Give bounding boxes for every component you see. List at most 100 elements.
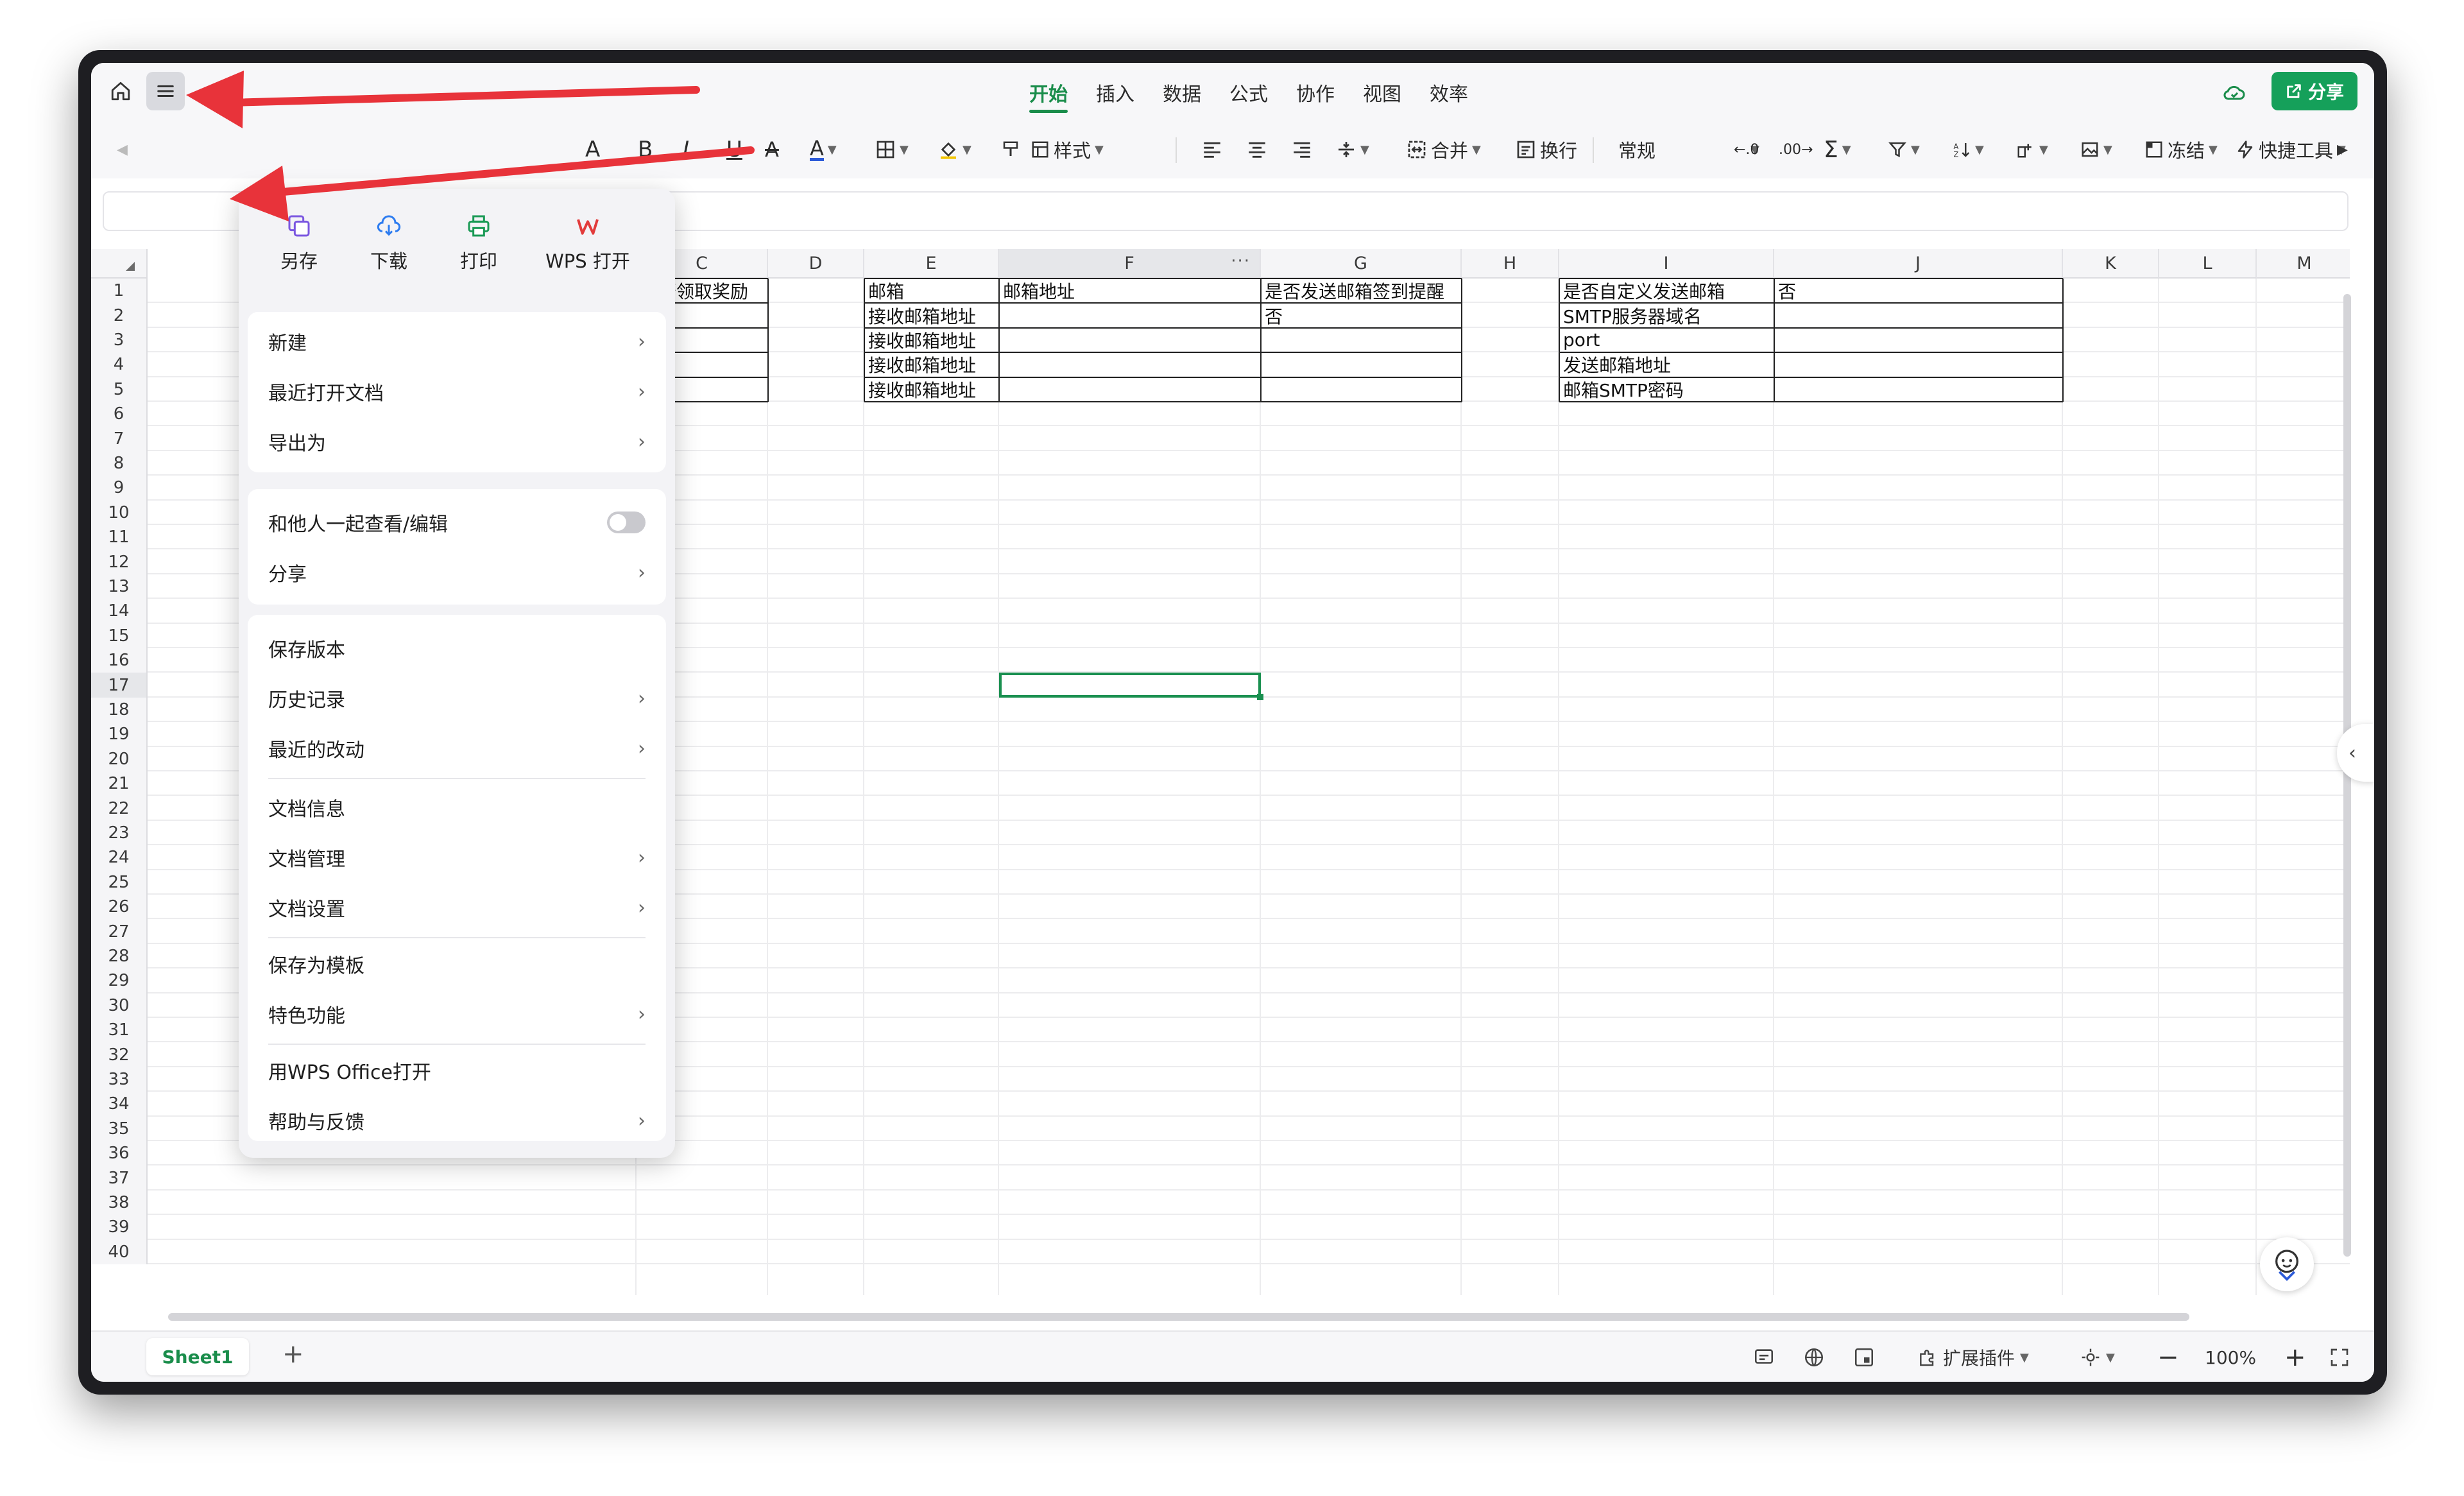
row-header-6[interactable]: 6	[91, 402, 148, 427]
share-button[interactable]: 分享	[2272, 72, 2357, 110]
home-icon[interactable]	[101, 72, 140, 110]
row-header-3[interactable]: 3	[91, 327, 148, 353]
insert-cells-dropdown[interactable]: ▼	[2016, 121, 2048, 178]
merge-dropdown[interactable]: 合并 ▼	[1407, 121, 1481, 178]
row-header-30[interactable]: 30	[91, 993, 148, 1018]
active-cell-f17[interactable]	[999, 673, 1263, 701]
row-header-2[interactable]: 2	[91, 303, 148, 328]
save-as-button[interactable]: 另存	[254, 189, 344, 298]
menu-item-new[interactable]: 新建 ›	[268, 317, 646, 366]
borders-dropdown[interactable]: ▼	[875, 121, 909, 178]
quick-tools-dropdown[interactable]: 快捷工具 ▼	[2236, 121, 2346, 178]
menu-item-save-version[interactable]: 保存版本	[268, 624, 646, 673]
row-header-18[interactable]: 18	[91, 697, 148, 723]
collaborate-toggle[interactable]	[607, 512, 646, 533]
row-header-7[interactable]: 7	[91, 426, 148, 451]
cell-g1[interactable]: 是否发送邮箱签到提醒	[1261, 279, 1462, 303]
add-sheet-icon[interactable]: +	[282, 1339, 304, 1369]
row-header-37[interactable]: 37	[91, 1165, 148, 1191]
cloud-sync-icon[interactable]	[2221, 80, 2247, 105]
image-dropdown[interactable]: ▼	[2080, 121, 2112, 178]
cell-i4[interactable]: 发送邮箱地址	[1559, 352, 1774, 377]
menu-item-recent-changes[interactable]: 最近的改动 ›	[268, 724, 646, 773]
cell-f1[interactable]: 邮箱地址	[999, 279, 1261, 303]
row-header-11[interactable]: 11	[91, 525, 148, 550]
row-header-1[interactable]: 1	[91, 279, 148, 304]
ai-assistant-icon[interactable]	[2260, 1237, 2314, 1291]
row-header-28[interactable]: 28	[91, 943, 148, 969]
menu-item-help[interactable]: 帮助与反馈 ›	[268, 1096, 646, 1145]
row-header-15[interactable]: 15	[91, 623, 148, 648]
row-header-20[interactable]: 20	[91, 746, 148, 771]
row-header-35[interactable]: 35	[91, 1116, 148, 1141]
menu-item-export[interactable]: 导出为 ›	[268, 417, 646, 466]
row-header-31[interactable]: 31	[91, 1018, 148, 1043]
align-center-icon[interactable]	[1246, 121, 1268, 178]
cell-e5[interactable]: 接收邮箱地址	[864, 377, 999, 402]
bold-icon[interactable]: B	[638, 121, 653, 178]
row-header-36[interactable]: 36	[91, 1141, 148, 1166]
column-header-e[interactable]: E	[864, 249, 999, 279]
column-header-m[interactable]: M	[2257, 249, 2350, 279]
print-button[interactable]: 打印	[434, 189, 524, 298]
cell-e3[interactable]: 接收邮箱地址	[864, 328, 999, 352]
menu-item-history[interactable]: 历史记录 ›	[268, 674, 646, 723]
row-header-23[interactable]: 23	[91, 820, 148, 846]
tab-efficiency[interactable]: 效率	[1416, 63, 1482, 121]
row-header-26[interactable]: 26	[91, 895, 148, 920]
row-header-24[interactable]: 24	[91, 845, 148, 870]
menu-icon[interactable]	[146, 72, 185, 110]
fullscreen-icon[interactable]	[2329, 1332, 2350, 1382]
sheet-tab[interactable]: Sheet1	[146, 1338, 249, 1375]
column-header-f[interactable]: F ···	[999, 249, 1261, 279]
menu-item-doc-manage[interactable]: 文档管理 ›	[268, 833, 646, 882]
column-header-h[interactable]: H	[1462, 249, 1559, 279]
column-header-d[interactable]: D	[768, 249, 864, 279]
row-header-39[interactable]: 39	[91, 1215, 148, 1240]
tab-collaborate[interactable]: 协作	[1282, 63, 1349, 121]
row-header-38[interactable]: 38	[91, 1190, 148, 1216]
sort-dropdown[interactable]: A Z ▼	[1952, 121, 1984, 178]
globe-icon[interactable]	[1803, 1332, 1825, 1382]
zoom-in-icon[interactable]: +	[2284, 1332, 2306, 1382]
sum-dropdown[interactable]: Σ ▼	[1824, 121, 1851, 178]
column-header-g[interactable]: G	[1261, 249, 1462, 279]
zoom-level[interactable]: 100%	[2205, 1332, 2256, 1382]
menu-item-save-template[interactable]: 保存为模板	[268, 940, 646, 988]
cell-e2[interactable]: 接收邮箱地址	[864, 303, 999, 327]
row-header-19[interactable]: 19	[91, 722, 148, 747]
increase-decimal-icon[interactable]: .00→	[1779, 121, 1813, 178]
row-header-5[interactable]: 5	[91, 377, 148, 402]
row-header-34[interactable]: 34	[91, 1092, 148, 1117]
tab-formula[interactable]: 公式	[1215, 63, 1282, 121]
row-header-40[interactable]: 40	[91, 1239, 148, 1264]
form-view-icon[interactable]	[1853, 1332, 1875, 1382]
menu-item-open-wps-office[interactable]: 用WPS Office打开	[268, 1046, 646, 1095]
row-header-9[interactable]: 9	[91, 476, 148, 501]
cell-e4[interactable]: 接收邮箱地址	[864, 352, 999, 377]
filter-dropdown[interactable]: ▼	[1888, 121, 1920, 178]
menu-item-collaborate[interactable]: 和他人一起查看/编辑	[268, 498, 646, 547]
horizontal-scrollbar[interactable]	[168, 1313, 2189, 1321]
tab-home[interactable]: 开始	[1015, 63, 1082, 121]
row-header-8[interactable]: 8	[91, 451, 148, 476]
cell-g2[interactable]: 否	[1261, 303, 1462, 327]
row-header-33[interactable]: 33	[91, 1067, 148, 1092]
row-header-32[interactable]: 32	[91, 1042, 148, 1067]
zoom-out-icon[interactable]: −	[2157, 1332, 2179, 1382]
cell-style-dropdown[interactable]: 样式 ▼	[1031, 121, 1104, 178]
tab-view[interactable]: 视图	[1349, 63, 1416, 121]
cell-i1[interactable]: 是否自定义发送邮箱	[1559, 279, 1774, 303]
select-all-corner[interactable]	[91, 249, 148, 279]
comment-icon[interactable]	[1753, 1332, 1775, 1382]
row-header-29[interactable]: 29	[91, 968, 148, 993]
cell-i3[interactable]: port	[1559, 328, 1774, 352]
tab-insert[interactable]: 插入	[1082, 63, 1149, 121]
menu-item-doc-info[interactable]: 文档信息	[268, 783, 646, 832]
row-header-17[interactable]: 17	[91, 673, 148, 698]
row-header-22[interactable]: 22	[91, 796, 148, 821]
menu-item-share[interactable]: 分享 ›	[268, 548, 646, 597]
toolbar-scroll-right-icon[interactable]: ▶	[2337, 121, 2348, 178]
align-right-icon[interactable]	[1291, 121, 1313, 178]
strikethrough-icon[interactable]: A	[765, 121, 779, 178]
